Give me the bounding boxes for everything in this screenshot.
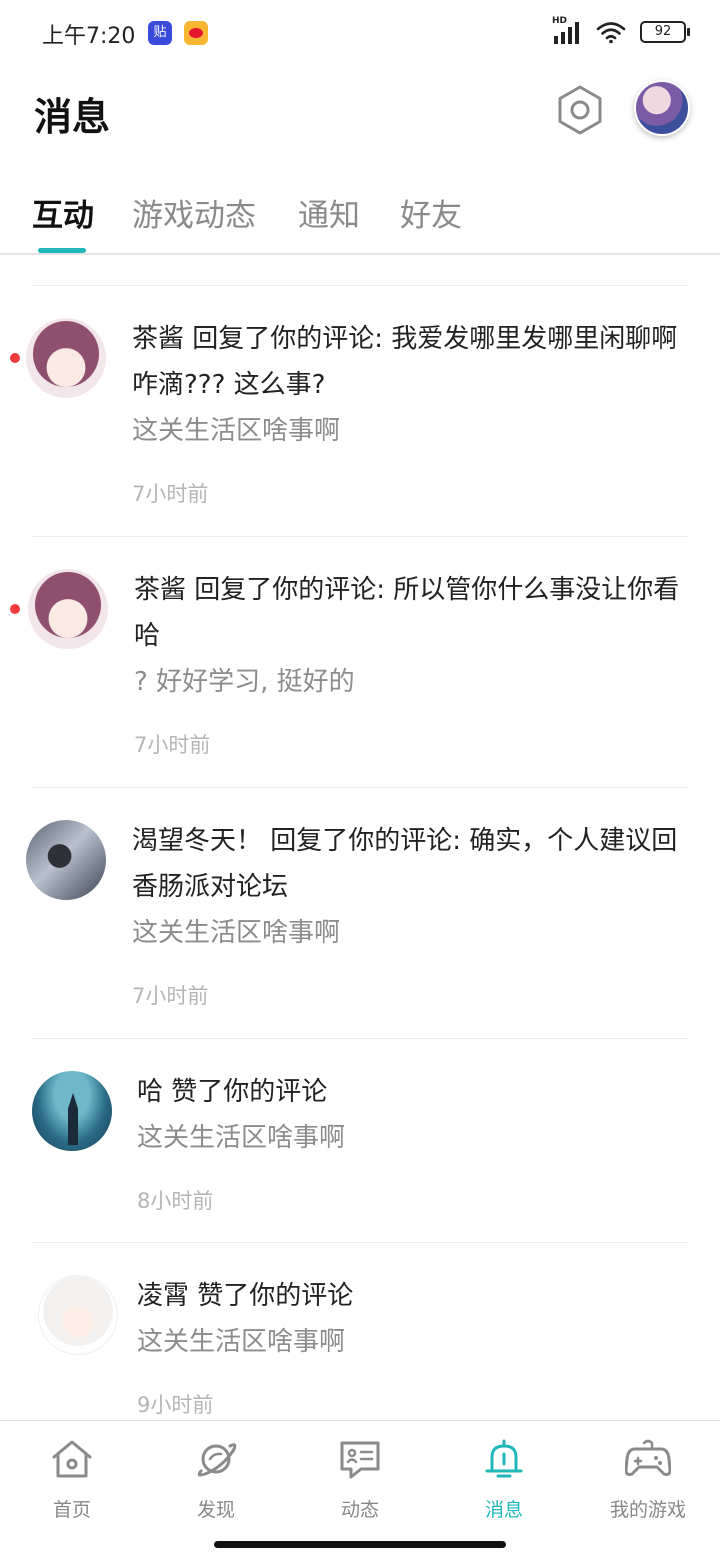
message-time: 7小时前 <box>134 733 211 757</box>
message-time: 9小时前 <box>137 1393 214 1417</box>
tab-game-updates[interactable]: 游戏动态 <box>132 190 256 235</box>
message-tabs: 互动 游戏动态 通知 好友 <box>0 180 720 255</box>
quoted-comment[interactable]: 这关生活区啥事啊 <box>137 1115 345 1161</box>
quoted-comment[interactable]: ? 好好学习, 挺好的 <box>134 659 355 705</box>
message-time: 7小时前 <box>132 984 209 1008</box>
hd-label: HD <box>552 16 568 26</box>
message-list[interactable]: 茶酱 回复了你的评论: 我爱发哪里发哪里闲聊啊咋滴??? 这么事? 这关生活区啥… <box>0 255 720 1420</box>
message-item[interactable]: 茶酱 回复了你的评论: 所以管你什么事没让你看哈 ? 好好学习, 挺好的 7小时… <box>0 537 720 787</box>
message-text[interactable]: 茶酱 回复了你的评论: 所以管你什么事没让你看哈 <box>134 567 694 659</box>
gamepad-icon <box>625 1439 671 1476</box>
unread-dot <box>10 604 20 614</box>
message-time: 7小时前 <box>132 482 209 506</box>
tab-friends[interactable]: 好友 <box>400 190 462 235</box>
message-text[interactable]: 渴望冬天！ 回复了你的评论: 确实，个人建议回香肠派对论坛 <box>132 818 692 910</box>
home-icon <box>52 1440 92 1478</box>
user-avatar[interactable] <box>28 569 108 649</box>
user-avatar[interactable] <box>26 820 106 900</box>
unread-dot <box>10 353 20 363</box>
message-item[interactable]: 哈 赞了你的评论 这关生活区啥事啊 8小时前 <box>0 1039 720 1242</box>
page-title: 消息 <box>34 95 111 139</box>
wifi-icon <box>596 22 626 44</box>
tab-interaction[interactable]: 互动 <box>32 190 94 235</box>
status-time: 上午7:20 <box>42 24 136 49</box>
chat-card-icon <box>340 1441 380 1479</box>
tieba-app-icon: 贴 <box>148 21 172 45</box>
nav-messages-label: 消息 <box>484 1499 523 1521</box>
nav-feed[interactable]: 动态 <box>305 1437 415 1522</box>
nav-feed-label: 动态 <box>340 1499 379 1521</box>
nav-home-label: 首页 <box>52 1499 91 1521</box>
message-time: 8小时前 <box>137 1189 214 1213</box>
quoted-comment[interactable]: 这关生活区啥事啊 <box>137 1319 345 1365</box>
bell-icon <box>485 1439 523 1478</box>
message-text[interactable]: 茶酱 回复了你的评论: 我爱发哪里发哪里闲聊啊咋滴??? 这么事? <box>132 316 692 408</box>
user-avatar[interactable] <box>26 318 106 398</box>
nav-my-games[interactable]: 我的游戏 <box>593 1437 703 1522</box>
message-item[interactable]: 茶酱 回复了你的评论: 我爱发哪里发哪里闲聊啊咋滴??? 这么事? 这关生活区啥… <box>0 286 720 536</box>
home-indicator-bar[interactable] <box>214 1541 506 1548</box>
bottom-navigation: 首页 发现 动态 消息 我的游戏 <box>0 1420 720 1530</box>
message-item[interactable]: 渴望冬天！ 回复了你的评论: 确实，个人建议回香肠派对论坛 这关生活区啥事啊 7… <box>0 788 720 1038</box>
nav-discover-label: 发现 <box>196 1499 235 1521</box>
active-tab-indicator <box>38 248 86 253</box>
planet-icon <box>197 1443 237 1477</box>
profile-avatar[interactable] <box>634 80 690 136</box>
message-text[interactable]: 凌霄 赞了你的评论 <box>137 1273 697 1319</box>
nav-my-games-label: 我的游戏 <box>609 1499 686 1521</box>
user-avatar[interactable] <box>32 1071 112 1151</box>
quoted-comment[interactable]: 这关生活区啥事啊 <box>132 408 340 454</box>
tab-notifications[interactable]: 通知 <box>298 190 360 235</box>
message-item[interactable]: 凌霄 赞了你的评论 这关生活区啥事啊 9小时前 <box>0 1243 720 1420</box>
nav-discover[interactable]: 发现 <box>161 1437 271 1522</box>
status-indicators: HD 92 <box>552 16 690 44</box>
quoted-comment[interactable]: 这关生活区啥事啊 <box>132 910 340 956</box>
nav-messages[interactable]: 消息 <box>449 1437 559 1522</box>
user-avatar[interactable] <box>38 1275 118 1355</box>
cell-signal-icon: HD <box>552 16 582 44</box>
status-bar: 上午7:20 贴 HD 92 <box>0 0 720 68</box>
nav-home[interactable]: 首页 <box>17 1437 127 1522</box>
message-text[interactable]: 哈 赞了你的评论 <box>137 1069 697 1115</box>
battery-indicator: 92 <box>640 21 690 43</box>
settings-hexagon-icon[interactable] <box>552 82 608 138</box>
weibo-app-icon <box>184 21 208 45</box>
